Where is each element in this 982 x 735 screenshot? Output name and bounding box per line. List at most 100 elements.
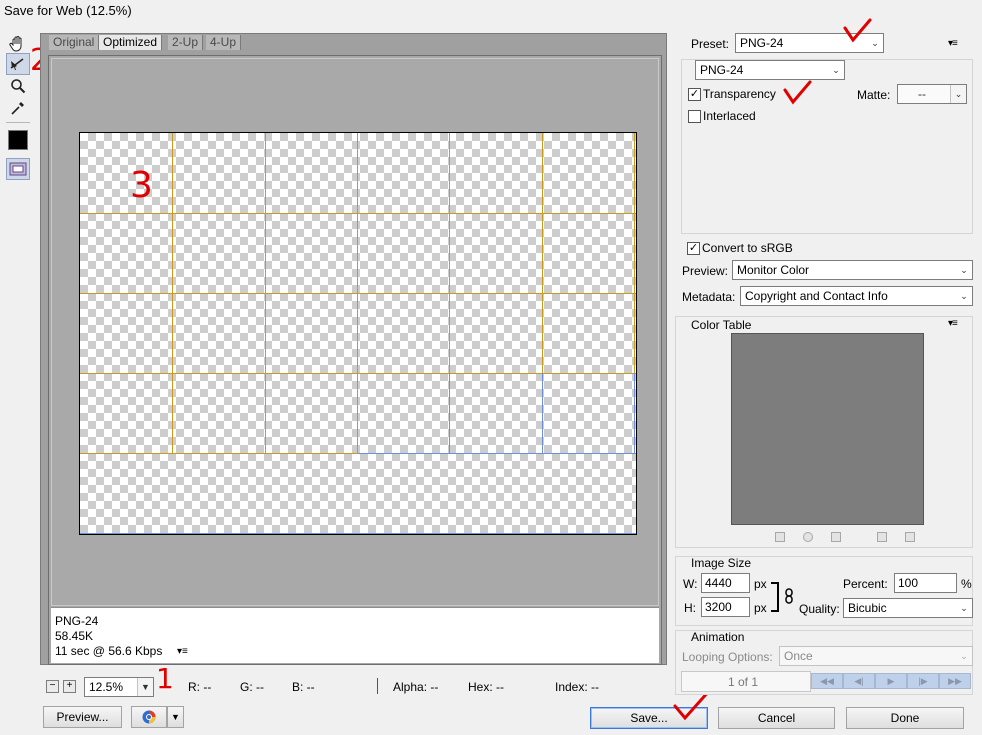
status-b: B: -- (292, 680, 315, 694)
format-select[interactable]: PNG-24 ⌄ (695, 60, 845, 80)
tab-2up[interactable]: 2-Up (168, 35, 204, 50)
prev-frame-button[interactable]: ◀| (843, 673, 875, 689)
play-button[interactable]: ▶ (875, 673, 907, 689)
metadata-label: Metadata: (682, 290, 736, 304)
height-input[interactable]: 3200 (701, 597, 750, 617)
slice-visibility-toggle[interactable] (6, 158, 30, 180)
height-label: H: (684, 601, 696, 615)
eyedropper-tool[interactable] (6, 97, 30, 119)
tab-original[interactable]: Original (49, 35, 100, 50)
preview-select[interactable]: Monitor Color ⌄ (732, 260, 973, 280)
slice-visibility-icon (9, 162, 27, 176)
download-menu-icon[interactable]: ▾≡ (177, 644, 188, 659)
matte-select[interactable]: -- ⌄ (897, 84, 967, 104)
width-input[interactable]: 4440 (701, 573, 750, 593)
chevron-down-icon: ⌄ (956, 599, 972, 617)
preset-label: Preset: (691, 37, 730, 51)
canvas-frame: 3 PNG-24 58.45K 11 sec @ 56.6 Kbps ▾≡ (48, 55, 662, 665)
last-frame-button[interactable]: ▶▶ (939, 673, 971, 689)
width-label: W: (683, 577, 698, 591)
next-frame-button[interactable]: |▶ (907, 673, 939, 689)
web-shift-icon[interactable] (803, 532, 813, 542)
convert-srgb-label: Convert to sRGB (702, 241, 793, 255)
info-download-time: 11 sec @ 56.6 Kbps (55, 644, 163, 658)
status-g: G: -- (240, 680, 264, 694)
metadata-select[interactable]: Copyright and Contact Info ⌄ (740, 286, 973, 306)
image-canvas[interactable]: 3 (51, 58, 659, 606)
cancel-button[interactable]: Cancel (718, 707, 835, 729)
tab-optimized[interactable]: Optimized (99, 35, 163, 50)
panel-menu-icon[interactable]: ▾≡ (948, 38, 958, 49)
link-icon[interactable] (784, 588, 794, 604)
percent-input[interactable]: 100 (894, 573, 957, 593)
zoom-icon (11, 79, 26, 94)
chevron-down-icon: ⌄ (956, 647, 972, 665)
annotation-check-preset (843, 18, 872, 43)
status-divider (377, 678, 378, 694)
preview-pane: Original Optimized 2-Up 4-Up 3 PNG-24 58… (40, 33, 667, 665)
transparency-label: Transparency (703, 87, 776, 101)
quality-value: Bicubic (848, 601, 887, 615)
zoom-level-value: 12.5% (89, 680, 124, 694)
annotation-check-transparency (783, 80, 812, 105)
browser-icon (142, 710, 156, 724)
zoom-level-select[interactable]: 12.5% ▼ (84, 677, 154, 697)
panel-menu-icon[interactable]: ▾≡ (948, 318, 958, 329)
slice-select-icon (10, 58, 24, 70)
status-index: Index: -- (555, 680, 600, 694)
map-transparency-icon[interactable] (775, 532, 785, 542)
lock-icon[interactable] (831, 532, 841, 542)
color-table-area[interactable] (731, 333, 924, 525)
annotation-1: 1 (156, 662, 174, 695)
width-unit: px (754, 577, 767, 591)
status-hex: Hex: -- (468, 680, 504, 694)
browser-preview-button[interactable] (131, 706, 167, 728)
hand-icon (9, 36, 22, 52)
interlaced-label: Interlaced (703, 109, 756, 123)
zoom-in-button[interactable]: + (63, 680, 76, 693)
preview-button[interactable]: Preview... (43, 706, 122, 728)
looping-value: Once (784, 649, 813, 663)
matte-value: -- (918, 87, 926, 101)
transparency-checkbox[interactable]: ✓ (688, 88, 701, 101)
format-value: PNG-24 (700, 63, 744, 77)
info-size: 58.45K (55, 629, 94, 643)
annotation-3: 3 (130, 165, 153, 206)
eyedropper-color-swatch[interactable] (6, 129, 30, 151)
eyedropper-icon (11, 102, 24, 115)
first-frame-button[interactable]: ◀◀ (811, 673, 843, 689)
chevron-down-icon: ▼ (171, 712, 180, 722)
chevron-down-icon: ⌄ (950, 85, 966, 103)
color-table-title: Color Table (691, 318, 752, 332)
hand-tool[interactable] (6, 33, 30, 55)
percent-label: Percent: (843, 577, 888, 591)
looping-select[interactable]: Once ⌄ (779, 646, 973, 666)
preset-value: PNG-24 (740, 36, 784, 50)
quality-label: Quality: (799, 602, 840, 616)
status-alpha: Alpha: -- (393, 680, 439, 694)
window-title: Save for Web (12.5%) (4, 3, 132, 18)
status-r: R: -- (188, 680, 212, 694)
slice-select-tool[interactable] (6, 53, 30, 75)
frame-counter: 1 of 1 (728, 675, 759, 689)
optimized-image[interactable]: 3 (79, 132, 637, 535)
chevron-down-icon: ⌄ (956, 261, 972, 279)
quality-select[interactable]: Bicubic ⌄ (843, 598, 973, 618)
zoom-tool[interactable] (6, 75, 30, 97)
color-swatch-icon (8, 130, 28, 150)
chevron-down-icon: ▼ (137, 678, 153, 696)
convert-srgb-checkbox[interactable]: ✓ (687, 242, 700, 255)
looping-label: Looping Options: (682, 650, 773, 664)
preview-label: Preview: (682, 264, 729, 278)
done-button[interactable]: Done (846, 707, 964, 729)
interlaced-checkbox[interactable] (688, 110, 701, 123)
percent-unit: % (961, 577, 972, 591)
new-color-icon[interactable] (877, 532, 887, 542)
chevron-down-icon: ⌄ (828, 61, 844, 79)
zoom-out-button[interactable]: − (46, 680, 59, 693)
height-unit: px (754, 601, 767, 615)
info-format: PNG-24 (55, 614, 99, 628)
trash-icon[interactable] (905, 532, 915, 542)
tab-4up[interactable]: 4-Up (206, 35, 242, 50)
browser-select-button[interactable]: ▼ (167, 706, 184, 728)
